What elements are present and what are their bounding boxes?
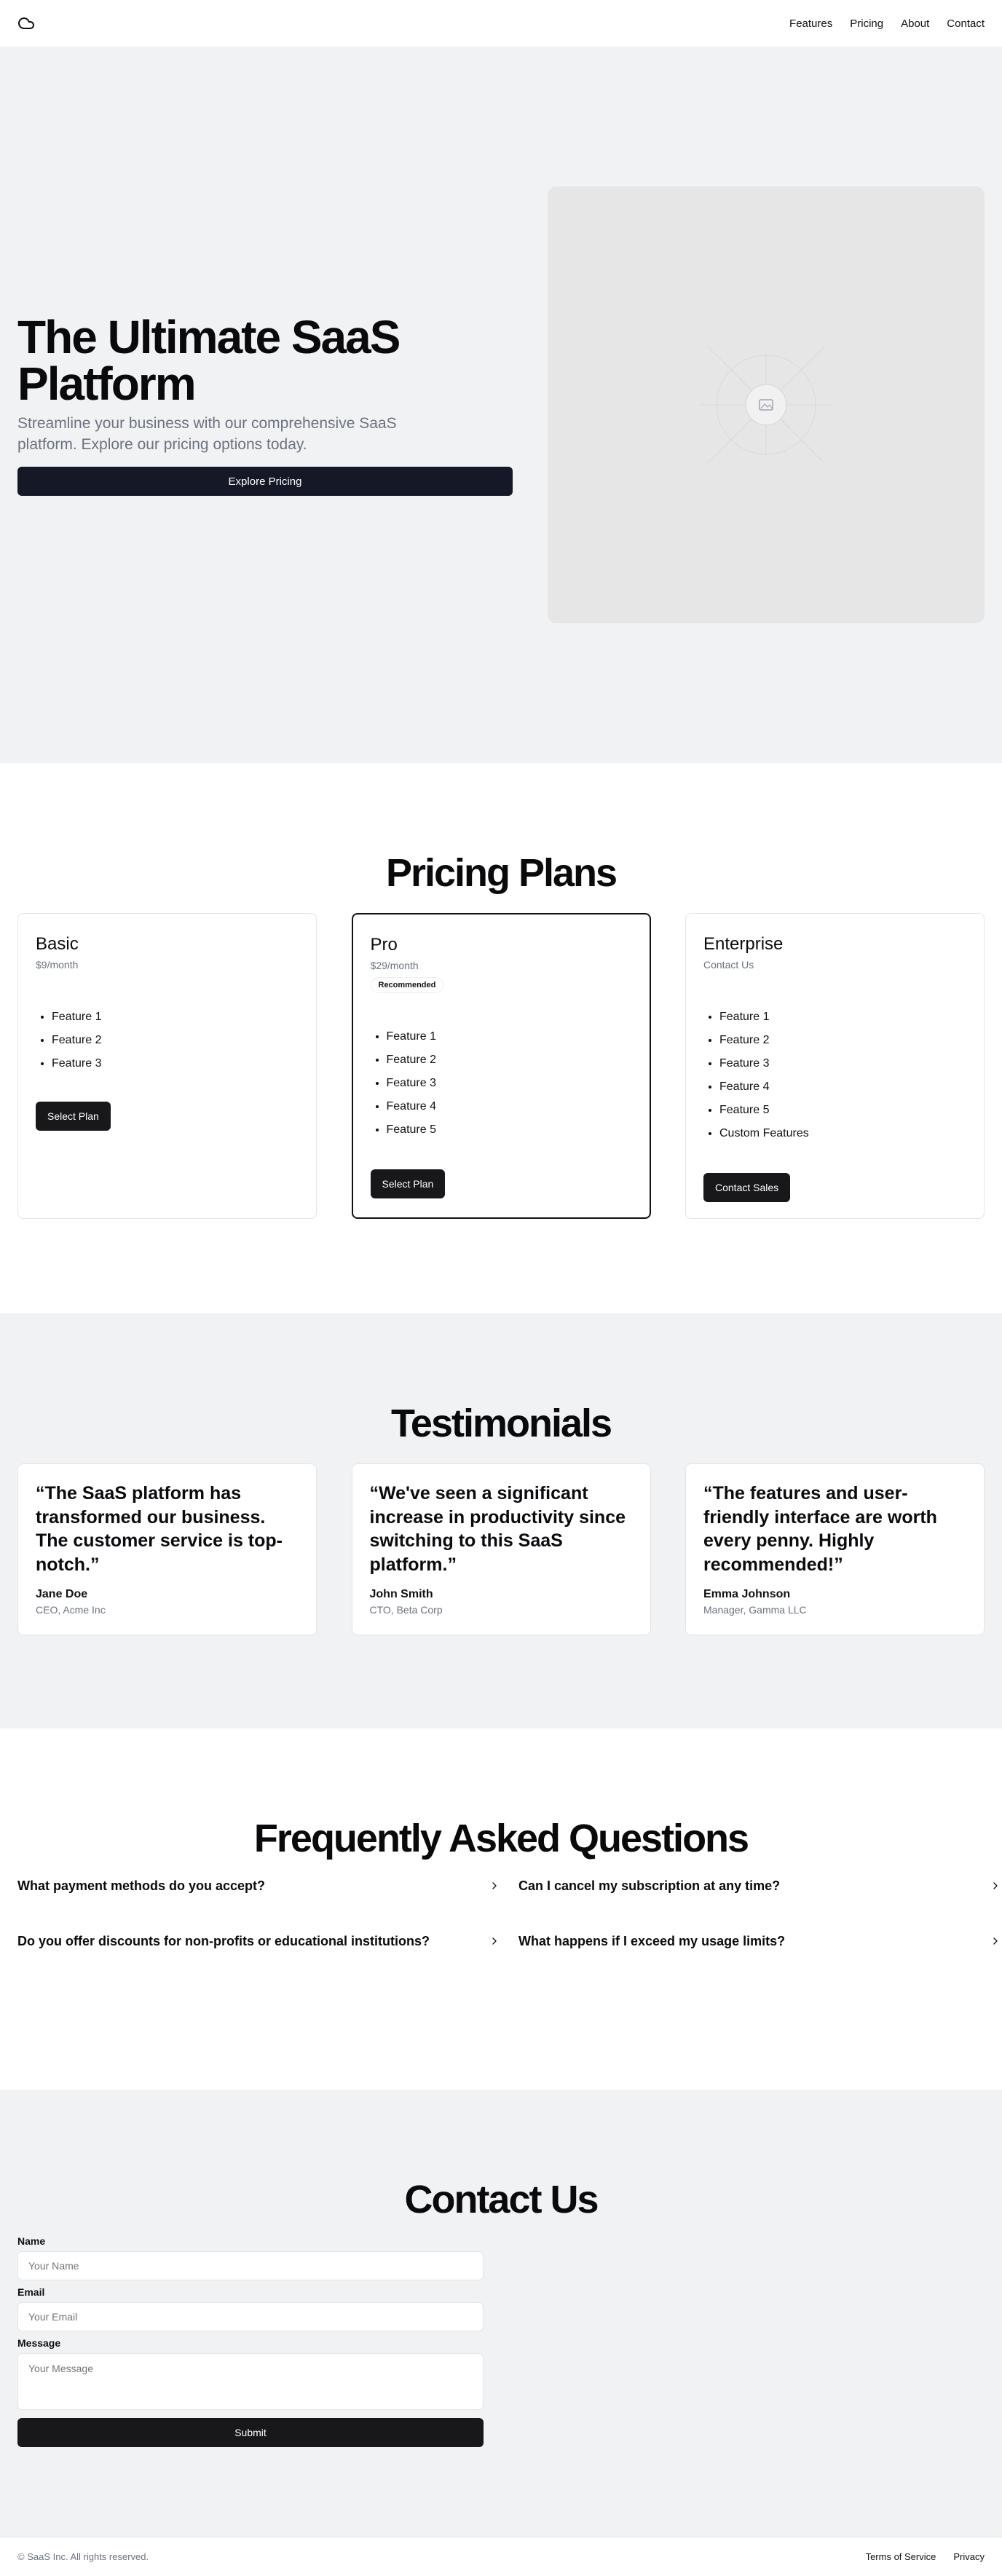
testimonial-role: CTO, Beta Corp <box>369 1604 443 1616</box>
name-field[interactable] <box>17 2251 484 2280</box>
testimonials-section: Testimonials “The SaaS platform has tran… <box>0 1313 1002 1728</box>
feature-item: Feature 1 <box>719 1005 966 1029</box>
plan-name: Pro <box>370 935 398 955</box>
contact-section: Contact Us Name Email Message Submit <box>0 2090 1002 2537</box>
hero-content: The Ultimate SaaS Platform Streamline yo… <box>17 314 513 497</box>
testimonial-name: Emma Johnson <box>703 1588 791 1600</box>
nav-features[interactable]: Features <box>789 17 832 30</box>
testimonial-name: John Smith <box>369 1588 433 1600</box>
testimonial-name: Jane Doe <box>36 1588 88 1600</box>
feature-item: Feature 1 <box>387 1025 632 1048</box>
pricing-section: Pricing Plans Basic $9/month Feature 1 F… <box>0 763 1002 1313</box>
nav-about[interactable]: About <box>901 17 929 30</box>
testimonial-quote: “The features and user-friendly interfac… <box>703 1483 937 1575</box>
plan-card-enterprise: Enterprise Contact Us Feature 1 Feature … <box>685 913 985 1219</box>
contact-form: Name Email Message Submit <box>17 2235 484 2447</box>
image-placeholder-icon <box>701 346 832 464</box>
hero-title: The Ultimate SaaS Platform <box>17 310 401 410</box>
chevron-right-icon <box>989 1935 1002 1948</box>
email-label: Email <box>17 2286 45 2298</box>
faq-list: What payment methods do you accept? Can … <box>17 1870 998 1980</box>
main-nav: Features Pricing About Contact <box>789 17 985 30</box>
name-label: Name <box>17 2235 46 2247</box>
feature-item: Feature 2 <box>719 1029 966 1052</box>
faq-question: Do you offer discounts for non-profits o… <box>17 1933 430 1948</box>
feature-list: Feature 1 Feature 2 Feature 3 Feature 4 … <box>371 1025 632 1142</box>
testimonial-role: Manager, Gamma LLC <box>703 1604 807 1616</box>
email-field[interactable] <box>17 2302 484 2331</box>
feature-item: Feature 3 <box>52 1052 299 1075</box>
plan-name: Basic <box>36 934 79 954</box>
pricing-title: Pricing Plans <box>385 851 618 895</box>
feature-item: Feature 4 <box>719 1075 966 1099</box>
faq-question: What payment methods do you accept? <box>17 1878 266 1893</box>
message-label: Message <box>17 2337 61 2349</box>
plan-price: Contact Us <box>703 959 754 971</box>
contact-title: Contact Us <box>404 2178 599 2221</box>
submit-button[interactable]: Submit <box>17 2418 484 2447</box>
faq-item[interactable]: Can I cancel my subscription at any time… <box>518 1870 1002 1902</box>
faq-section: Frequently Asked Questions What payment … <box>0 1728 1002 2090</box>
copyright-text: © SaaS Inc. All rights reserved. <box>17 2551 149 2562</box>
feature-item: Feature 5 <box>387 1118 632 1142</box>
cloud-icon[interactable] <box>17 15 35 32</box>
faq-item[interactable]: What payment methods do you accept? <box>17 1870 501 1902</box>
terms-link[interactable]: Terms of Service <box>866 2551 936 2562</box>
feature-item: Feature 2 <box>387 1048 632 1072</box>
chevron-right-icon <box>488 1935 501 1948</box>
feature-item: Feature 3 <box>387 1072 632 1095</box>
faq-title: Frequently Asked Questions <box>253 1817 749 1860</box>
nav-pricing[interactable]: Pricing <box>850 17 883 30</box>
testimonials-title: Testimonials <box>390 1402 612 1445</box>
site-header: Features Pricing About Contact <box>0 0 1002 47</box>
message-field[interactable] <box>17 2353 484 2410</box>
testimonial-quote: “We've seen a significant increase in pr… <box>369 1483 626 1575</box>
chevron-right-icon <box>989 1879 1002 1892</box>
plan-name: Enterprise <box>703 934 784 954</box>
contact-sales-button[interactable]: Contact Sales <box>703 1173 791 1202</box>
feature-item: Feature 3 <box>719 1052 966 1075</box>
testimonial-role: CEO, Acme Inc <box>36 1604 106 1616</box>
faq-item[interactable]: Do you offer discounts for non-profits o… <box>17 1925 501 1957</box>
select-plan-button[interactable]: Select Plan <box>36 1102 111 1131</box>
feature-item: Custom Features <box>719 1122 966 1145</box>
testimonial-quote: “The SaaS platform has transformed our b… <box>36 1483 283 1575</box>
testimonial-card: “We've seen a significant increase in pr… <box>351 1463 651 1635</box>
hero-subtitle: Streamline your business with our compre… <box>17 414 397 453</box>
testimonial-cards: “The SaaS platform has transformed our b… <box>17 1463 985 1635</box>
footer-links: Terms of Service Privacy <box>866 2551 985 2562</box>
explore-pricing-button[interactable]: Explore Pricing <box>17 467 513 497</box>
feature-item: Feature 2 <box>52 1029 299 1052</box>
nav-contact[interactable]: Contact <box>947 17 985 30</box>
plan-card-basic: Basic $9/month Feature 1 Feature 2 Featu… <box>17 913 317 1219</box>
hero-section: The Ultimate SaaS Platform Streamline yo… <box>0 47 1002 763</box>
select-plan-button[interactable]: Select Plan <box>370 1169 446 1198</box>
hero-image-placeholder <box>548 186 985 623</box>
feature-item: Feature 1 <box>52 1005 299 1029</box>
plan-card-pro: Pro $29/month Recommended Feature 1 Feat… <box>351 913 651 1219</box>
chevron-right-icon <box>488 1879 501 1892</box>
faq-question: What happens if I exceed my usage limits… <box>518 1933 786 1948</box>
testimonial-card: “The features and user-friendly interfac… <box>685 1463 985 1635</box>
faq-item[interactable]: What happens if I exceed my usage limits… <box>518 1925 1002 1957</box>
recommended-badge: Recommended <box>370 977 444 993</box>
feature-item: Feature 5 <box>719 1099 966 1122</box>
plan-price: $29/month <box>370 960 419 971</box>
feature-list: Feature 1 Feature 2 Feature 3 <box>36 1005 299 1075</box>
plan-price: $9/month <box>36 959 79 971</box>
faq-question: Can I cancel my subscription at any time… <box>518 1878 781 1893</box>
feature-item: Feature 4 <box>387 1095 632 1118</box>
site-footer: © SaaS Inc. All rights reserved. Terms o… <box>0 2537 1002 2576</box>
testimonial-card: “The SaaS platform has transformed our b… <box>17 1463 317 1635</box>
feature-list: Feature 1 Feature 2 Feature 3 Feature 4 … <box>703 1005 966 1145</box>
privacy-link[interactable]: Privacy <box>953 2551 985 2562</box>
pricing-cards: Basic $9/month Feature 1 Feature 2 Featu… <box>17 913 985 1219</box>
